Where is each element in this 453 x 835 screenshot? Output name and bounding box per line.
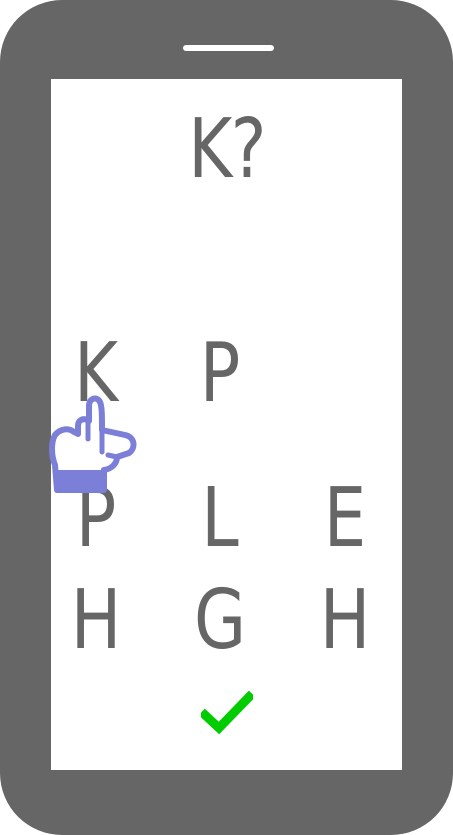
letter-tile-r3c2[interactable]: G: [179, 576, 261, 666]
letter-tile-r2c2[interactable]: L: [179, 474, 261, 564]
letter-tile-r3c1[interactable]: H: [55, 576, 137, 666]
letter-grid: K P P L E H G H: [51, 79, 402, 770]
letter-tile-r1c1[interactable]: K: [55, 329, 137, 419]
letter-tile-r2c3[interactable]: E: [304, 474, 386, 564]
phone-frame: K? K P P L E H G H: [0, 0, 453, 835]
phone-speaker: [183, 45, 274, 51]
letter-tile-r1c2[interactable]: P: [179, 329, 261, 419]
game-screen: K? K P P L E H G H: [51, 79, 402, 770]
letter-tile-r2c1[interactable]: P: [55, 474, 137, 564]
checkmark-icon[interactable]: [201, 691, 253, 735]
letter-tile-r3c3[interactable]: H: [304, 576, 386, 666]
